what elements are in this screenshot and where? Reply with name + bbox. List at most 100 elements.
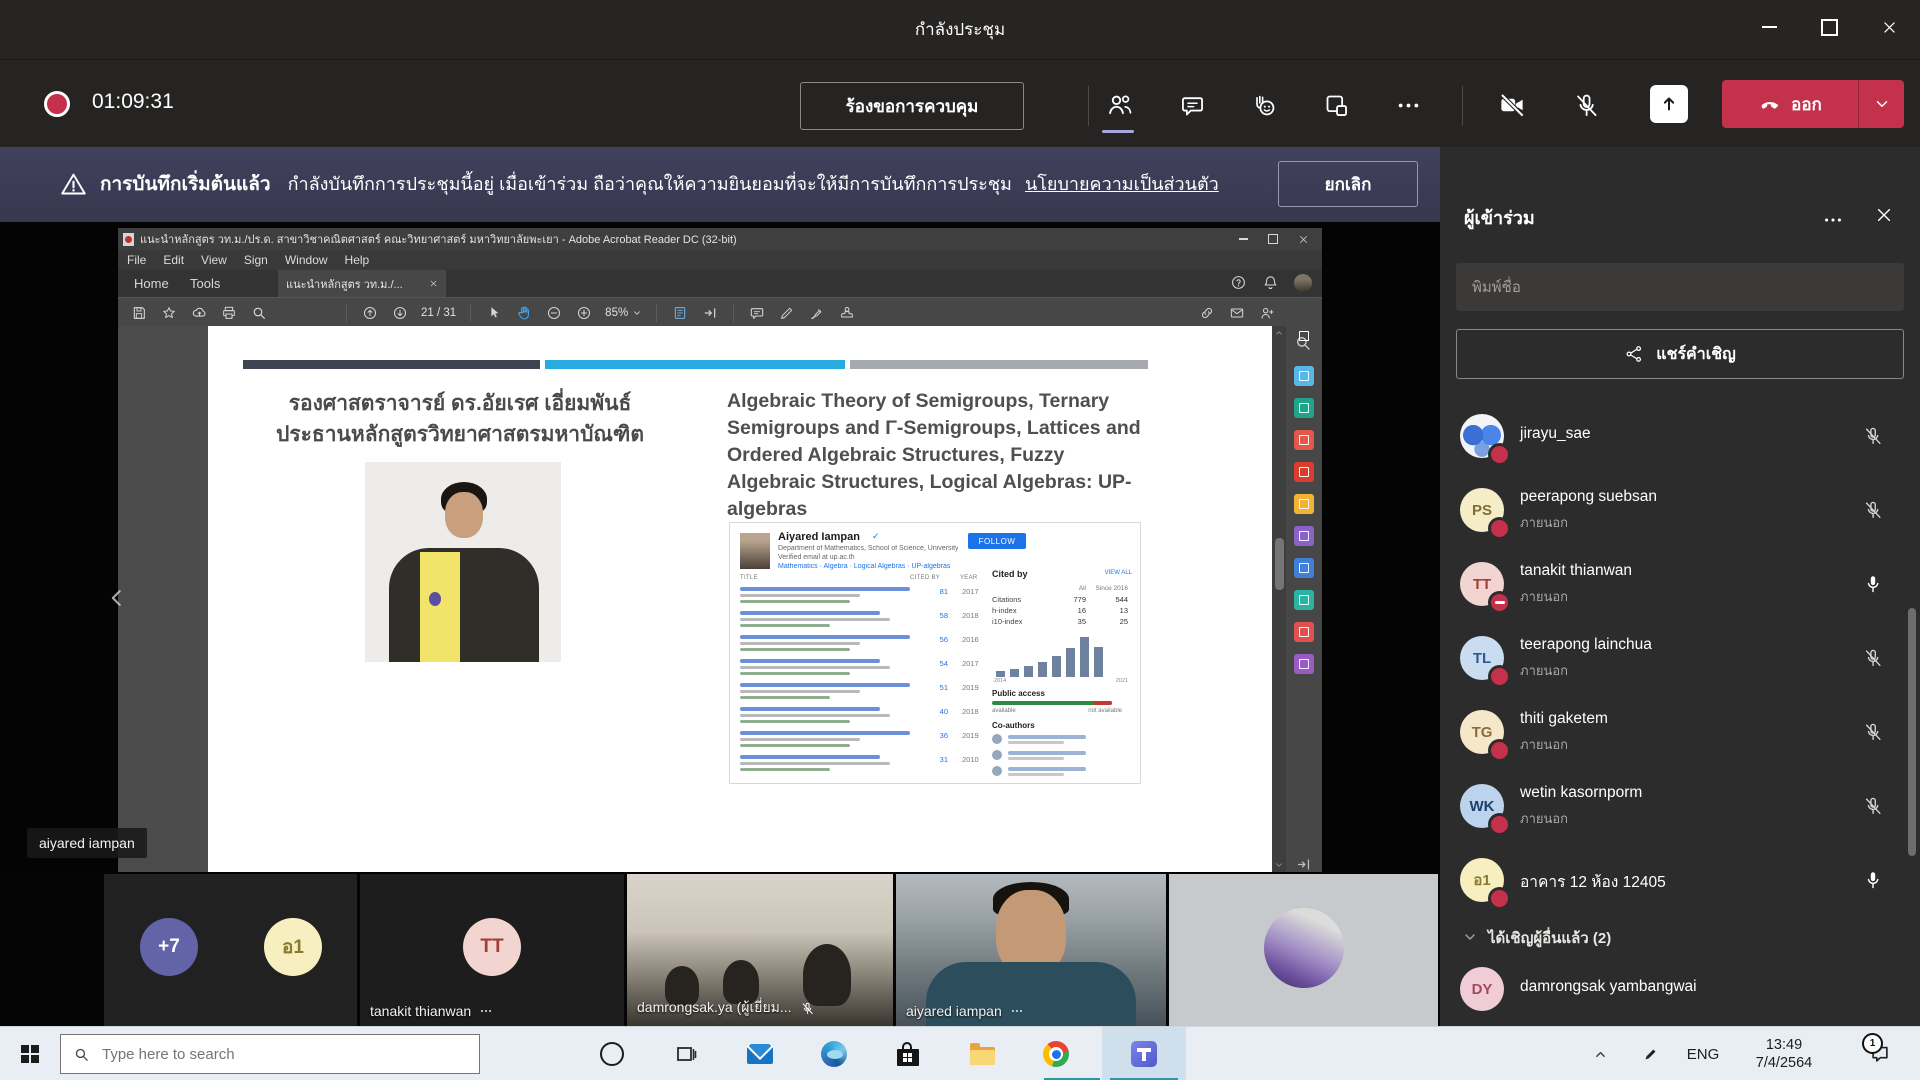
participants-button[interactable] (1104, 89, 1136, 121)
bell-icon[interactable] (1262, 274, 1279, 291)
mic-muted-icon[interactable] (1862, 647, 1884, 669)
more-actions-button[interactable] (1392, 89, 1424, 121)
chat-button[interactable] (1176, 89, 1208, 121)
mic-on-icon[interactable] (1862, 573, 1884, 595)
combine-files-tool-icon[interactable] (1294, 494, 1314, 514)
store-app-button[interactable] (884, 1027, 932, 1080)
start-button[interactable] (0, 1027, 60, 1080)
panel-scrollbar-thumb[interactable] (1908, 608, 1916, 856)
create-pdf-tool-icon[interactable] (1294, 326, 1314, 346)
optimize-tool-icon[interactable] (1294, 622, 1314, 642)
view-all-link[interactable]: VIEW ALL (1105, 570, 1132, 576)
tab-tools[interactable]: Tools (190, 270, 220, 297)
menu-sign[interactable]: Sign (244, 253, 268, 267)
action-center-button[interactable]: 1 (1852, 1027, 1908, 1080)
share-invite-button[interactable]: แชร์คำเชิญ (1456, 329, 1904, 379)
star-button[interactable] (154, 305, 184, 321)
mic-muted-icon[interactable] (1862, 499, 1884, 521)
room-participant-avatar[interactable]: อ1 (264, 918, 322, 976)
clock[interactable]: 13:49 7/4/2564 (1732, 1027, 1836, 1080)
camera-toggle-button[interactable] (1496, 89, 1528, 121)
next-page-button[interactable] (385, 305, 415, 321)
publication-row[interactable]: 542017 (740, 657, 980, 677)
scrolling-mode-button[interactable] (695, 305, 725, 321)
cortana-button[interactable] (588, 1027, 636, 1080)
mic-muted-icon[interactable] (1862, 795, 1884, 817)
maximize-button[interactable] (1806, 8, 1852, 46)
coauthor-row[interactable] (992, 765, 1122, 778)
send-signature-tool-icon[interactable] (1294, 654, 1314, 674)
menu-help[interactable]: Help (345, 253, 370, 267)
publication-row[interactable]: 562016 (740, 633, 980, 653)
scrollbar-thumb[interactable] (1275, 538, 1284, 590)
publication-row[interactable]: 812017 (740, 585, 980, 605)
cited-count[interactable]: 51 (922, 683, 948, 692)
page-number-display[interactable]: 21 / 31 (421, 307, 456, 319)
protect-tool-icon[interactable] (1294, 590, 1314, 610)
mic-muted-icon[interactable] (1862, 425, 1884, 447)
zoom-out-button[interactable] (539, 305, 569, 321)
participant-row[interactable]: อ1 อาคาร 12 ห้อง 12405 (1440, 843, 1920, 917)
mic-on-icon[interactable] (1862, 869, 1884, 891)
publication-row[interactable]: 312010 (740, 753, 980, 773)
acrobat-vertical-scrollbar[interactable] (1272, 326, 1286, 872)
redact-tool-icon[interactable] (1294, 558, 1314, 578)
edit-pdf-tool-icon[interactable] (1294, 366, 1314, 386)
cited-count[interactable]: 36 (922, 731, 948, 740)
share-with-others-button[interactable] (1252, 305, 1282, 321)
organize-pages-tool-icon[interactable] (1294, 398, 1314, 418)
show-hidden-icons-button[interactable] (1580, 1027, 1620, 1080)
privacy-policy-link[interactable]: นโยบายความเป็นส่วนตัว (1025, 174, 1219, 194)
overflow-participants-avatar[interactable]: +7 (140, 918, 198, 976)
video-tile-tanakit[interactable]: TT tanakit thianwan (360, 874, 624, 1026)
participant-search-input[interactable] (1456, 263, 1904, 311)
share-screen-button[interactable] (1650, 85, 1688, 123)
teams-app-button[interactable] (1102, 1027, 1186, 1080)
highlight-button[interactable] (772, 305, 802, 321)
cited-count[interactable]: 81 (922, 587, 948, 596)
more-horizontal-icon[interactable] (479, 1004, 493, 1018)
previous-page-button[interactable] (355, 305, 385, 321)
coauthor-row[interactable] (992, 733, 1122, 746)
coauthor-row[interactable] (992, 749, 1122, 762)
participant-row[interactable]: TL teerapong lainchua ภายนอก (1440, 621, 1920, 695)
acrobat-close-button[interactable] (1288, 230, 1318, 248)
audio-participants-tile[interactable]: +7 อ1 (104, 874, 357, 1026)
taskbar-search-input[interactable] (100, 1045, 444, 1064)
close-tab-icon[interactable] (429, 279, 438, 288)
mic-toggle-button[interactable] (1570, 89, 1602, 121)
account-avatar[interactable] (1294, 274, 1312, 292)
video-tile-damrongsak[interactable]: damrongsak.ya (ผู้เยี่ยม... (627, 874, 893, 1026)
mail-app-button[interactable] (736, 1027, 784, 1080)
scroll-up-icon[interactable] (1274, 328, 1284, 338)
find-button[interactable] (244, 305, 274, 321)
acrobat-maximize-button[interactable] (1258, 230, 1288, 248)
fill-sign-tool-icon[interactable] (1294, 462, 1314, 482)
zoom-level-select[interactable]: 85% (605, 307, 642, 319)
participant-row[interactable]: PS peerapong suebsan ภายนอก (1440, 473, 1920, 547)
menu-window[interactable]: Window (285, 253, 328, 267)
participant-row[interactable]: TG thiti gaketem ภายนอก (1440, 695, 1920, 769)
publication-row[interactable]: 512019 (740, 681, 980, 701)
stage-previous-chevron[interactable] (106, 580, 128, 616)
mic-muted-icon[interactable] (1862, 721, 1884, 743)
zoom-in-button[interactable] (569, 305, 599, 321)
scroll-down-icon[interactable] (1274, 860, 1284, 870)
participant-row[interactable]: WK wetin kasornporm ภายนอก (1440, 769, 1920, 843)
taskbar-search-box[interactable] (60, 1034, 480, 1074)
menu-view[interactable]: View (201, 253, 227, 267)
video-tile-aiyared[interactable]: aiyared iampan (896, 874, 1166, 1026)
cited-count[interactable]: 31 (922, 755, 948, 764)
dismiss-banner-button[interactable]: ยกเลิก (1278, 161, 1418, 207)
cited-count[interactable]: 54 (922, 659, 948, 668)
select-tool-button[interactable] (479, 305, 509, 320)
menu-edit[interactable]: Edit (163, 253, 184, 267)
chrome-app-button[interactable] (1032, 1027, 1080, 1080)
task-view-button[interactable] (662, 1027, 710, 1080)
minimize-button[interactable] (1746, 8, 1792, 46)
save-button[interactable] (124, 305, 154, 321)
file-explorer-button[interactable] (958, 1027, 1006, 1080)
follow-button[interactable]: FOLLOW (968, 533, 1026, 549)
upload-cloud-button[interactable] (184, 304, 214, 321)
participants-close-button[interactable] (1874, 205, 1894, 225)
